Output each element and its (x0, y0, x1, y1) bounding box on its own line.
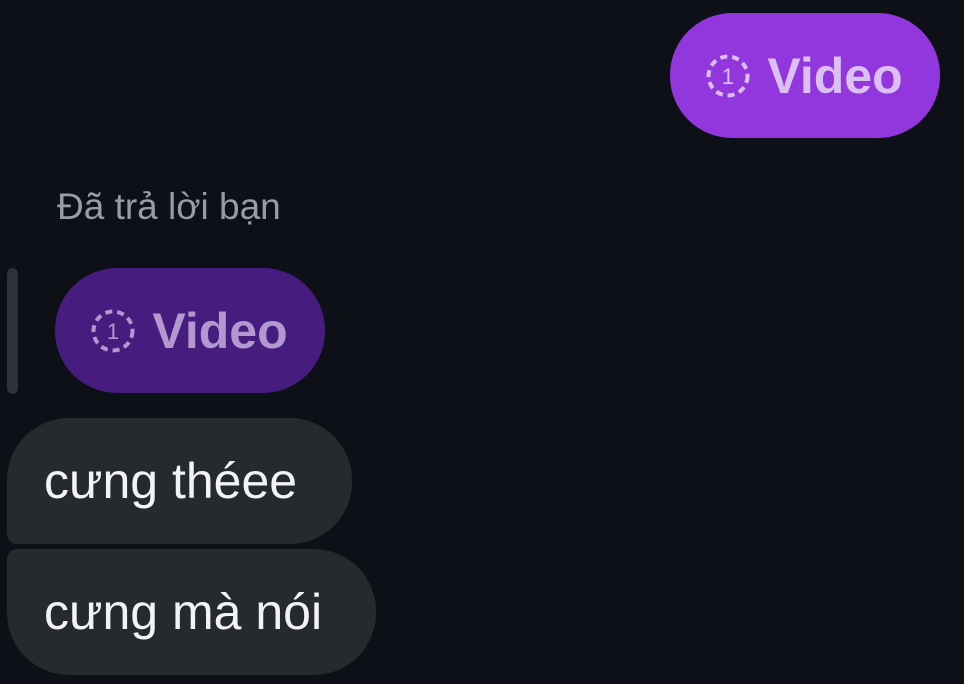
view-once-count: 1 (722, 64, 734, 89)
view-once-icon: 1 (703, 51, 753, 101)
reply-quote-bar (7, 268, 18, 394)
quoted-video-bubble[interactable]: 1 Video (55, 268, 325, 393)
view-once-count: 1 (107, 319, 119, 344)
reply-caption: Đã trả lời bạn (57, 186, 281, 227)
sent-video-bubble[interactable]: 1 Video (670, 13, 940, 138)
sent-video-label: Video (767, 47, 903, 104)
message-text: cưng théee (44, 453, 298, 509)
received-message[interactable]: cưng mà nói (7, 549, 376, 675)
message-text: cưng mà nói (44, 584, 323, 640)
quoted-video-label: Video (152, 302, 288, 359)
received-message[interactable]: cưng théee (7, 418, 352, 544)
view-once-icon: 1 (88, 306, 138, 356)
